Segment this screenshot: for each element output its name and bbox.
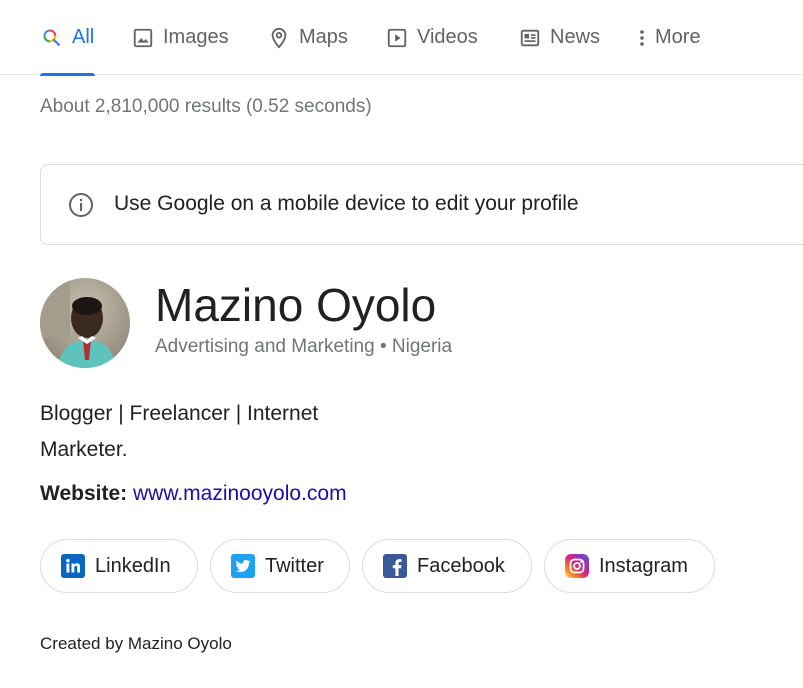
tab-maps[interactable]: Maps [267,0,348,75]
avatar [40,278,130,368]
facebook-button[interactable]: Facebook [362,539,532,593]
website-link[interactable]: www.mazinooyolo.com [133,482,347,505]
tab-news[interactable]: News [518,0,600,75]
map-pin-icon [267,26,291,50]
instagram-icon [565,554,589,578]
tab-videos-label: Videos [417,26,478,48]
tab-news-label: News [550,26,601,48]
play-icon [385,26,409,50]
created-by-text: Created by Mazino Oyolo [40,634,232,653]
website-label: Website: [40,482,128,505]
twitter-icon [231,554,255,578]
more-vert-icon [635,26,649,50]
search-tabs-bar: All Images Maps Videos News More [0,0,803,76]
tab-images-label: Images [163,26,229,48]
bio-line-1: Blogger | Freelancer | Internet [40,402,319,425]
tab-maps-label: Maps [299,26,348,48]
profile-bio: Blogger | Freelancer | Internet Marketer… [40,396,400,468]
twitter-button[interactable]: Twitter [210,539,350,593]
notice-text: Use Google on a mobile device to edit yo… [114,192,579,215]
instagram-label: Instagram [599,554,688,577]
facebook-label: Facebook [417,554,505,577]
tab-images[interactable]: Images [131,0,229,75]
instagram-button[interactable]: Instagram [544,539,715,593]
result-stats: About 2,810,000 results (0.52 seconds) [40,96,372,117]
newspaper-icon [518,26,542,50]
tab-videos[interactable]: Videos [385,0,478,75]
image-icon [131,26,155,50]
tab-more-label: More [655,26,701,48]
linkedin-button[interactable]: LinkedIn [40,539,198,593]
profile-name: Mazino Oyolo [155,279,437,331]
profile-website: Website: www.mazinooyolo.com [40,482,347,506]
mobile-edit-notice: Use Google on a mobile device to edit yo… [40,164,803,245]
search-icon [40,26,64,50]
linkedin-icon [61,554,85,578]
linkedin-label: LinkedIn [95,554,171,577]
facebook-icon [383,554,407,578]
profile-subtitle: Advertising and Marketing • Nigeria [155,336,453,357]
tab-more[interactable]: More [635,0,701,75]
twitter-label: Twitter [265,554,324,577]
bio-line-2: Marketer. [40,438,128,461]
tab-all-label: All [72,26,95,48]
info-icon [68,192,94,218]
tab-all[interactable]: All [40,0,95,76]
